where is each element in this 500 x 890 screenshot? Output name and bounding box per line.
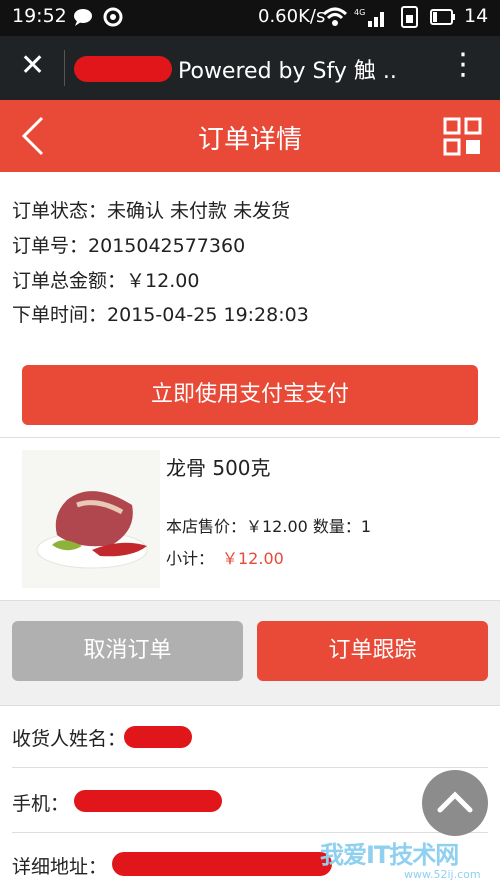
- order-number-row: 订单号：2015042577360: [12, 231, 245, 258]
- status-bar: 19:52 0.60K/s 4G 14: [0, 0, 500, 36]
- order-status-value: 未确认 未付款 未发货: [107, 200, 291, 222]
- track-order-button[interactable]: 订单跟踪: [257, 621, 488, 681]
- sync-icon: [103, 7, 123, 27]
- status-time: 19:52: [12, 5, 67, 27]
- sim-icon: [401, 6, 418, 28]
- toolbar-divider: [64, 50, 65, 86]
- order-total-value: ￥12.00: [126, 270, 200, 292]
- watermark-url: www.52ij.com: [404, 868, 481, 881]
- browser-toolbar: ✕ Powered by Sfy 触 .. ⋮: [0, 36, 500, 100]
- svg-text:4G: 4G: [354, 8, 365, 17]
- subtotal-value: ￥12.00: [222, 549, 284, 568]
- alipay-pay-button[interactable]: 立即使用支付宝支付: [22, 365, 478, 425]
- order-time-value: 2015-04-25 19:28:03: [107, 304, 309, 326]
- divider: [12, 767, 488, 768]
- receiver-label: 收货人姓名：: [12, 728, 127, 750]
- page-title: 订单详情: [197, 125, 302, 155]
- order-total-label: 订单总金额：: [12, 270, 127, 292]
- battery-icon: [430, 9, 455, 25]
- divider: [12, 832, 488, 833]
- order-total-row: 订单总金额：￥12.00: [12, 266, 199, 293]
- network-speed: 0.60K/s: [258, 6, 326, 27]
- product-image[interactable]: [22, 450, 160, 588]
- phone-row: 手机：: [12, 789, 69, 816]
- redaction-mark: [124, 726, 192, 748]
- address-detail-label: 详细地址：: [12, 856, 108, 878]
- order-number-label: 订单号：: [12, 235, 89, 257]
- close-icon[interactable]: ✕: [20, 48, 45, 83]
- order-time-label: 下单时间：: [12, 304, 108, 326]
- address-detail-row: 详细地址：: [12, 852, 107, 879]
- redaction-mark: [74, 790, 222, 812]
- app-header: 订单详情: [0, 100, 500, 172]
- redaction-mark: [74, 56, 172, 82]
- signal-icon: 4G: [354, 8, 384, 27]
- chevron-up-icon: [437, 791, 473, 813]
- watermark: 我爱IT技术网: [320, 841, 459, 869]
- more-vert-icon[interactable]: ⋮: [448, 50, 478, 80]
- wifi-icon: [322, 7, 348, 26]
- phone-label: 手机：: [12, 793, 70, 815]
- browser-title: Powered by Sfy 触 ..: [178, 59, 397, 84]
- order-status-label: 订单状态：: [12, 200, 108, 222]
- receiver-row: 收货人姓名：: [12, 724, 126, 751]
- battery-level: 14: [464, 5, 489, 27]
- product-name[interactable]: 龙骨 500克: [166, 452, 271, 481]
- scroll-to-top-button[interactable]: [422, 770, 488, 836]
- chat-icon: [74, 9, 92, 26]
- cancel-order-button[interactable]: 取消订单: [12, 621, 243, 681]
- subtotal-label: 小计：: [166, 549, 215, 568]
- order-number-value: 2015042577360: [88, 235, 246, 257]
- redaction-mark: [112, 852, 332, 876]
- grid-icon[interactable]: [443, 117, 483, 157]
- product-price-quantity: 本店售价：￥12.00 数量：1: [166, 517, 372, 536]
- order-status-row: 订单状态：未确认 未付款 未发货: [12, 196, 290, 223]
- order-time-row: 下单时间：2015-04-25 19:28:03: [12, 300, 309, 327]
